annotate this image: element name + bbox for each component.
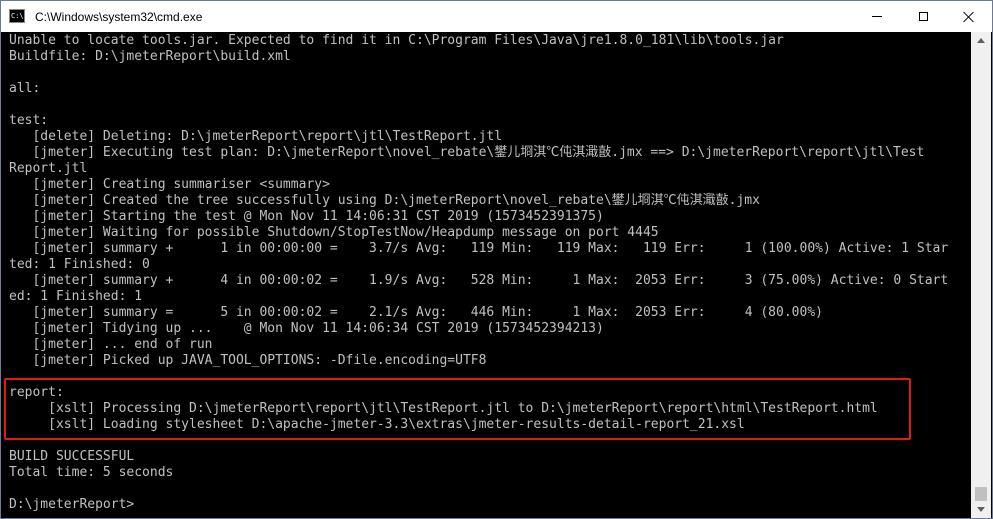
minimize-icon (872, 16, 882, 17)
arrow-up-icon (977, 38, 985, 43)
console-line: BUILD SUCCESSFUL (9, 449, 135, 464)
scroll-down-button[interactable] (971, 501, 991, 518)
console-line: D:\jmeterReport> (9, 497, 135, 512)
console-line: Total time: 5 seconds (9, 465, 174, 480)
console-line: ed: 1 Finished: 1 (9, 289, 143, 304)
scroll-up-button[interactable] (971, 32, 991, 49)
console-line: [jmeter] summary = 5 in 00:00:02 = 2.1/s… (9, 305, 823, 320)
console-line: [jmeter] Starting the test @ Mon Nov 11 … (9, 209, 604, 224)
console-line: [jmeter] ... end of run (9, 337, 213, 352)
close-button[interactable] (946, 1, 992, 32)
highlight-box (4, 378, 911, 440)
console-line: test: (9, 113, 49, 128)
console-lines: Unable to locate tools.jar. Expected to … (9, 33, 971, 513)
scroll-thumb[interactable] (975, 487, 987, 501)
vertical-scrollbar[interactable] (971, 32, 991, 518)
console-line: [jmeter] Creating summariser <summary> (9, 177, 330, 192)
console-line: [jmeter] Executing test plan: D:\jmeterR… (9, 145, 925, 160)
window-title: C:\Windows\system32\cmd.exe (35, 10, 203, 24)
maximize-button[interactable] (900, 1, 946, 32)
cmd-window: C:\ C:\Windows\system32\cmd.exe Unable t… (0, 0, 993, 519)
console-output[interactable]: Unable to locate tools.jar. Expected to … (1, 32, 971, 518)
console-line: [jmeter] Picked up JAVA_TOOL_OPTIONS: -D… (9, 353, 487, 368)
console-line: [jmeter] summary + 1 in 00:00:00 = 3.7/s… (9, 241, 949, 256)
title-bar[interactable]: C:\ C:\Windows\system32\cmd.exe (1, 1, 992, 32)
console-line: [delete] Deleting: D:\jmeterReport\repor… (9, 129, 503, 144)
console-line: ted: 1 Finished: 0 (9, 257, 150, 272)
console-line: [jmeter] summary + 4 in 00:00:02 = 1.9/s… (9, 273, 949, 288)
console-line: Buildfile: D:\jmeterReport\build.xml (9, 49, 291, 64)
close-icon (963, 11, 975, 23)
console-line: [jmeter] Waiting for possible Shutdown/S… (9, 225, 659, 240)
arrow-down-icon (977, 507, 985, 512)
console-line: Unable to locate tools.jar. Expected to … (9, 33, 784, 48)
console-line: [jmeter] Created the tree successfully u… (9, 193, 760, 208)
minimize-button[interactable] (854, 1, 900, 32)
console-line: Report.jtl (9, 161, 88, 176)
maximize-icon (918, 12, 928, 21)
cmd-icon: C:\ (9, 9, 25, 23)
console-line: [jmeter] Tidying up ... @ Mon Nov 11 14:… (9, 321, 604, 336)
console-line: all: (9, 81, 41, 96)
